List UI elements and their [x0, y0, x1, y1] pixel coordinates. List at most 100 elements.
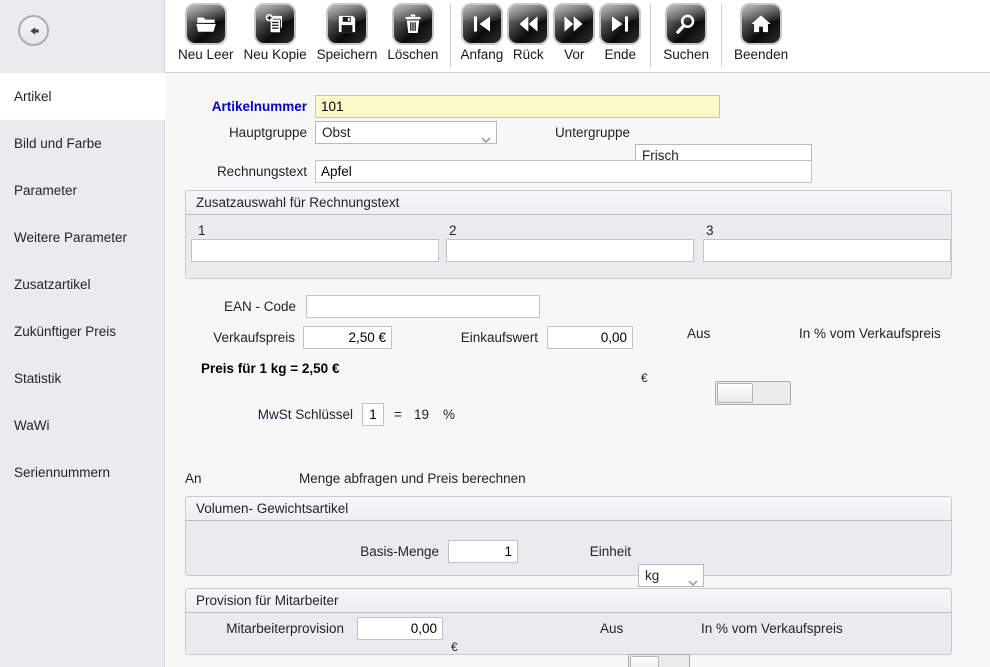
- untergruppe-label: Untergruppe: [465, 121, 630, 144]
- artikelnummer-label: Artikelnummer: [165, 95, 307, 118]
- provision-percent-text: In % vom Verkaufspreis: [701, 617, 843, 640]
- einkaufswert-label: Einkaufswert: [375, 326, 538, 349]
- home-exit-icon: [740, 3, 782, 45]
- toolbar-button-label: Suchen: [663, 47, 709, 62]
- provision-percent-toggle[interactable]: [628, 654, 690, 667]
- toolbar-button-label: Neu Kopie: [244, 47, 307, 62]
- einkauf-percent-toggle[interactable]: [715, 381, 791, 405]
- toggle-knob: [717, 383, 753, 403]
- mwst-equals: =: [394, 403, 402, 426]
- rechnungstext-label: Rechnungstext: [165, 160, 307, 183]
- exit-button[interactable]: Beenden: [734, 3, 788, 62]
- article-form: Artikelnummer Hauptgruppe Obst Untergrup…: [165, 73, 990, 667]
- next-record-button[interactable]: Vor: [553, 3, 595, 62]
- sidebar-item-zukuenftiger-preis[interactable]: Zukünftiger Preis: [0, 308, 166, 355]
- toolbar-button-label: Anfang: [460, 47, 503, 62]
- back-arrow-icon: [26, 23, 42, 39]
- toolbar-button-label: Ende: [604, 47, 636, 62]
- aus-toggle-label: Aus: [687, 322, 710, 345]
- sidebar-item-artikel[interactable]: Artikel: [0, 73, 166, 120]
- last-record-icon: [599, 3, 641, 45]
- last-record-button[interactable]: Ende: [599, 3, 641, 62]
- chevron-down-icon: [688, 574, 698, 589]
- provision-aus-label: Aus: [600, 617, 623, 640]
- price-per-kg-info: Preis für 1 kg = 2,50 €: [201, 357, 339, 380]
- zusatz-field1-input[interactable]: [191, 239, 439, 262]
- toolbar: Neu Leer Neu Kopie Speichern Löschen: [165, 0, 990, 73]
- toolbar-button-label: Löschen: [387, 47, 438, 62]
- sidebar-item-label: Weitere Parameter: [14, 230, 127, 245]
- toolbar-button-label: Rück: [513, 47, 544, 62]
- einkaufswert-currency: €: [641, 371, 990, 385]
- toolbar-button-label: Neu Leer: [178, 47, 234, 62]
- previous-record-button[interactable]: Rück: [507, 3, 549, 62]
- einheit-select[interactable]: kg: [638, 564, 704, 587]
- mwst-rate: 19: [414, 403, 429, 426]
- previous-record-icon: [507, 3, 549, 45]
- sidebar: Artikel Bild und Farbe Parameter Weitere…: [0, 0, 165, 667]
- toolbar-button-label: Vor: [564, 47, 584, 62]
- mwst-key-input[interactable]: [362, 403, 384, 426]
- artikelnummer-input[interactable]: [315, 95, 720, 118]
- provision-section: Provision für Mitarbeiter Mitarbeiterpro…: [185, 588, 952, 655]
- new-empty-button[interactable]: Neu Leer: [178, 3, 234, 62]
- sidebar-item-bild-und-farbe[interactable]: Bild und Farbe: [0, 120, 166, 167]
- sidebar-item-label: Parameter: [14, 183, 77, 198]
- delete-button[interactable]: Löschen: [387, 3, 438, 62]
- back-button[interactable]: [18, 15, 49, 46]
- volumen-section: Volumen- Gewichtsartikel Basis-Menge Ein…: [185, 496, 952, 576]
- provision-currency: €: [451, 640, 990, 654]
- sidebar-item-parameter[interactable]: Parameter: [0, 167, 166, 214]
- zusatzauswahl-section-title: Zusatzauswahl für Rechnungstext: [186, 191, 951, 215]
- sidebar-item-label: Artikel: [14, 89, 52, 104]
- next-record-icon: [553, 3, 595, 45]
- hauptgruppe-value: Obst: [322, 125, 351, 140]
- menge-abfragen-text: Menge abfragen und Preis berechnen: [299, 467, 526, 490]
- save-button[interactable]: Speichern: [317, 3, 378, 62]
- sidebar-nav: Artikel Bild und Farbe Parameter Weitere…: [0, 73, 166, 496]
- sidebar-item-label: Seriennummern: [14, 465, 110, 480]
- first-record-button[interactable]: Anfang: [460, 3, 503, 62]
- mwst-percent-sign: %: [443, 403, 455, 426]
- sidebar-item-statistik[interactable]: Statistik: [0, 355, 166, 402]
- ean-label: EAN - Code: [165, 295, 296, 318]
- sidebar-item-zusatzartikel[interactable]: Zusatzartikel: [0, 261, 166, 308]
- verkaufspreis-label: Verkaufspreis: [165, 326, 295, 349]
- hauptgruppe-label: Hauptgruppe: [165, 121, 307, 144]
- sidebar-item-label: Zusatzartikel: [14, 277, 91, 292]
- rechnungstext-input[interactable]: [315, 160, 812, 183]
- mitarbeiterprovision-input[interactable]: [357, 617, 443, 640]
- zusatzauswahl-section: Zusatzauswahl für Rechnungstext 1 2 3: [185, 190, 952, 279]
- delete-trash-icon: [392, 3, 434, 45]
- einkaufswert-input[interactable]: [547, 326, 633, 349]
- toggle-knob: [630, 656, 659, 667]
- basis-menge-label: Basis-Menge: [286, 540, 439, 563]
- einheit-value: kg: [645, 568, 659, 583]
- new-empty-folder-icon: [185, 3, 227, 45]
- new-copy-icon: [254, 3, 296, 45]
- ean-input[interactable]: [306, 295, 540, 318]
- first-record-icon: [461, 3, 503, 45]
- search-button[interactable]: Suchen: [663, 3, 709, 62]
- toolbar-button-label: Speichern: [317, 47, 378, 62]
- toolbar-separator: [721, 4, 722, 67]
- sidebar-item-seriennummern[interactable]: Seriennummern: [0, 449, 166, 496]
- sidebar-item-label: Zukünftiger Preis: [14, 324, 116, 339]
- an-toggle-label: An: [185, 467, 202, 490]
- zusatz-field2-input[interactable]: [446, 239, 694, 262]
- basis-menge-input[interactable]: [448, 540, 518, 563]
- einkauf-percent-text: In % vom Verkaufspreis: [799, 322, 941, 345]
- sidebar-item-wawi[interactable]: WaWi: [0, 402, 166, 449]
- sidebar-item-label: Statistik: [14, 371, 61, 386]
- provision-section-title: Provision für Mitarbeiter: [186, 589, 951, 613]
- search-icon: [665, 3, 707, 45]
- save-floppy-icon: [326, 3, 368, 45]
- mwst-label: MwSt Schlüssel: [165, 403, 353, 426]
- zusatz-field3-input[interactable]: [703, 239, 951, 262]
- app-window: Artikel Bild und Farbe Parameter Weitere…: [0, 0, 990, 667]
- new-copy-button[interactable]: Neu Kopie: [244, 3, 307, 62]
- mitarbeiterprovision-label: Mitarbeiterprovision: [186, 617, 344, 640]
- toolbar-button-label: Beenden: [734, 47, 788, 62]
- toolbar-separator: [650, 4, 651, 67]
- sidebar-item-weitere-parameter[interactable]: Weitere Parameter: [0, 214, 166, 261]
